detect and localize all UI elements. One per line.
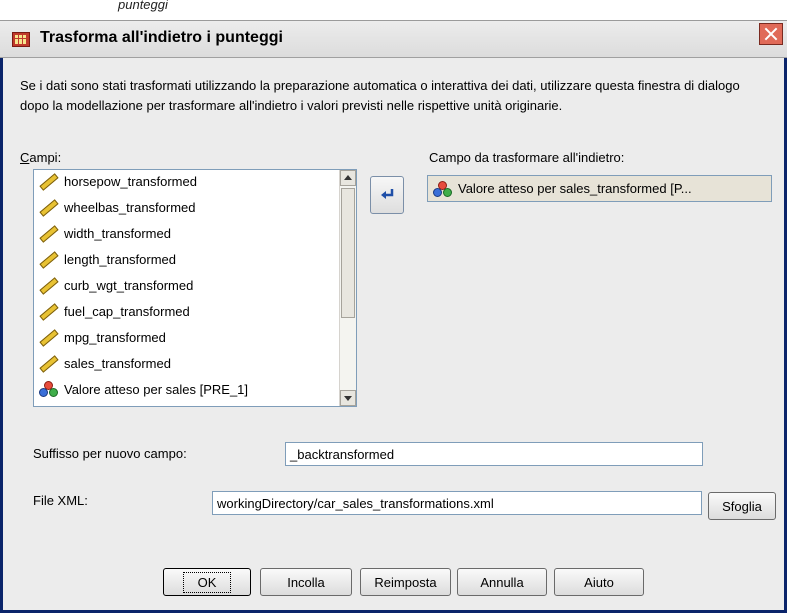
window-title: Trasforma all'indietro i punteggi [40,29,283,46]
scroll-down-button[interactable] [340,390,356,406]
list-item-label: mpg_transformed [64,329,166,345]
list-item[interactable]: length_transformed [38,248,176,270]
nominal-icon [432,180,454,198]
ruler-icon [38,172,60,190]
ruler-icon [38,276,60,294]
list-item-label: width_transformed [64,225,171,241]
browse-button[interactable]: Sfoglia [708,492,776,520]
ruler-icon [38,354,60,372]
list-item-label: Valore atteso per sales [PRE_1] [64,381,249,397]
top-caption: punteggi [118,0,168,12]
title-bar[interactable]: Trasforma all'indietro i punteggi [0,20,787,58]
suffix-input[interactable]: _backtransformed [285,442,703,466]
nominal-icon [38,380,60,398]
list-item[interactable]: curb_wgt_transformed [38,274,193,296]
help-button[interactable]: Aiuto [554,568,644,596]
suffix-label: Suffisso per nuovo campo: [33,446,187,461]
fields-listbox[interactable]: horsepow_transformed wheelbas_transformed… [33,169,357,407]
fields-scrollbar[interactable] [339,170,356,406]
list-item-label: horsepow_transformed [64,173,197,189]
list-item[interactable]: Valore atteso per sales [PRE_1] [38,378,248,400]
ruler-icon [38,302,60,320]
xml-file-input[interactable]: workingDirectory/car_sales_transformatio… [212,491,702,515]
list-item[interactable]: mpg_transformed [38,326,166,348]
ruler-icon [38,224,60,242]
list-item-label: curb_wgt_transformed [64,277,194,293]
close-button[interactable] [759,23,783,45]
arrow-left-icon [381,189,394,199]
scroll-thumb[interactable] [341,188,355,318]
paste-button[interactable]: Incolla [260,568,352,596]
target-field-box[interactable]: Valore atteso per sales_transformed [P..… [427,175,772,202]
list-item-label: fuel_cap_transformed [64,303,190,319]
list-item-label: length_transformed [64,251,177,267]
list-item[interactable]: width_transformed [38,222,171,244]
scroll-up-button[interactable] [340,170,356,186]
move-to-target-button[interactable] [370,176,404,214]
description-text: Se i dati sono stati trasformati utilizz… [20,78,740,113]
app-icon [12,32,30,47]
list-item-label: sales_transformed [64,355,171,371]
top-strip: punteggi [0,0,787,20]
reset-button[interactable]: Reimposta [360,568,451,596]
target-label: Campo da trasformare all'indietro: [429,150,625,165]
xml-label: File XML: [33,493,88,508]
list-item[interactable]: fuel_cap_transformed [38,300,190,322]
list-item[interactable]: sales_transformed [38,352,171,374]
fields-label: Campi: [20,150,62,165]
cancel-button[interactable]: Annulla [457,568,547,596]
ruler-icon [38,198,60,216]
ruler-icon [38,328,60,346]
list-item[interactable]: horsepow_transformed [38,170,197,192]
ok-button[interactable]: OK [163,568,251,596]
list-item[interactable]: wheelbas_transformed [38,196,196,218]
target-field-value: Valore atteso per sales_transformed [P..… [458,181,692,196]
ruler-icon [38,250,60,268]
list-item-label: wheelbas_transformed [64,199,196,215]
